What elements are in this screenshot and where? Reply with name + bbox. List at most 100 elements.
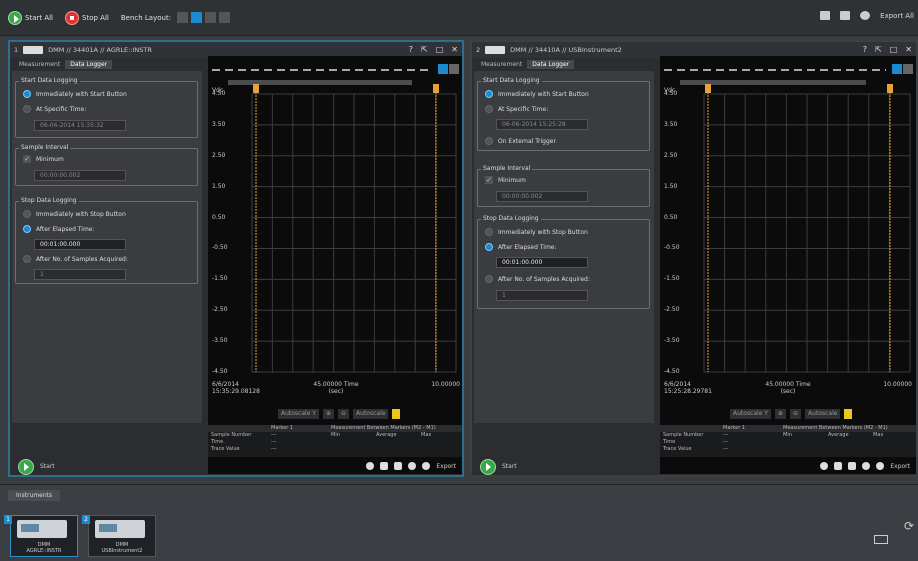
layout-two-column-icon[interactable] bbox=[191, 12, 203, 23]
x-end-label: 10.00000 bbox=[883, 381, 912, 388]
start-at-time-option[interactable]: At Specific Time: bbox=[485, 105, 548, 113]
start-at-time-option[interactable]: At Specific Time: bbox=[23, 105, 86, 113]
save-icon[interactable] bbox=[380, 462, 389, 470]
export-button[interactable]: Export bbox=[890, 463, 910, 470]
refresh-icon[interactable] bbox=[408, 462, 417, 470]
export-button[interactable]: Export bbox=[436, 463, 456, 470]
marker-color-icon[interactable] bbox=[844, 409, 853, 419]
start-immediately-option[interactable]: Immediately with Start Button bbox=[485, 90, 589, 98]
tab-data-logger[interactable]: Data Logger bbox=[65, 60, 113, 69]
interval-field[interactable]: 00:00:00.002 bbox=[34, 170, 126, 181]
layout-grid-icon[interactable] bbox=[205, 12, 217, 23]
refresh-icon[interactable] bbox=[862, 462, 871, 470]
radio-button[interactable] bbox=[23, 225, 31, 233]
option-label: At Specific Time: bbox=[498, 105, 549, 113]
radio-button[interactable] bbox=[23, 210, 31, 218]
folder-icon[interactable] bbox=[394, 462, 403, 470]
dmm-icon bbox=[95, 520, 145, 538]
marker-color-icon[interactable] bbox=[392, 409, 401, 419]
group-title: Sample Interval bbox=[19, 144, 71, 151]
option-label: Immediately with Start Button bbox=[498, 90, 589, 98]
samples-field[interactable]: 1 bbox=[496, 290, 588, 301]
close-icon[interactable]: ✕ bbox=[905, 45, 912, 54]
folder-icon[interactable] bbox=[848, 462, 857, 470]
autoscale-button[interactable]: Autoscale bbox=[353, 409, 389, 419]
close-icon[interactable]: ✕ bbox=[451, 45, 458, 54]
data-logger-chart[interactable]: Vdc 4.50 3.50 2.50 1.50 0.50 -0.50 -1.50 -2.50-… bbox=[208, 56, 462, 474]
radio-button[interactable] bbox=[23, 105, 31, 113]
help-icon[interactable]: ? bbox=[409, 45, 413, 54]
start-icon[interactable] bbox=[480, 458, 496, 475]
instrument-card-2[interactable]: 2 DMM USBInstrument2 bbox=[82, 515, 156, 557]
stop-elapsed-option[interactable]: After Elapsed Time: bbox=[23, 225, 95, 233]
stop-samples-option[interactable]: After No. of Samples Acquired: bbox=[23, 255, 128, 263]
radio-button[interactable] bbox=[485, 105, 493, 113]
help-icon[interactable]: ? bbox=[863, 45, 867, 54]
connect-instrument-icon[interactable] bbox=[874, 535, 888, 544]
start-button[interactable]: Start bbox=[502, 463, 517, 470]
settings-icon[interactable] bbox=[820, 462, 829, 470]
minimum-checkbox[interactable]: ✓ Minimum bbox=[23, 155, 64, 163]
tab-measurement[interactable]: Measurement bbox=[476, 60, 527, 69]
detach-icon[interactable]: ⇱ bbox=[875, 45, 882, 54]
stop-immediately-option[interactable]: Immediately with Stop Button bbox=[23, 210, 126, 218]
check-icon[interactable]: ✓ bbox=[485, 176, 493, 184]
tab-data-logger[interactable]: Data Logger bbox=[527, 60, 575, 69]
radio-button[interactable] bbox=[485, 275, 493, 283]
minimum-checkbox[interactable]: ✓ Minimum bbox=[485, 176, 526, 184]
save-icon[interactable] bbox=[834, 462, 843, 470]
folder-icon[interactable] bbox=[840, 11, 851, 20]
rotate-icon[interactable] bbox=[876, 462, 885, 470]
maximize-icon[interactable]: □ bbox=[436, 45, 444, 54]
layout-single-icon[interactable] bbox=[177, 12, 189, 23]
zoom-out-icon[interactable]: ⊖ bbox=[338, 409, 350, 419]
stop-all-button[interactable]: Stop All bbox=[65, 10, 109, 25]
zoom-in-icon[interactable]: ⊕ bbox=[322, 409, 334, 419]
radio-button[interactable] bbox=[485, 228, 493, 236]
start-icon[interactable] bbox=[18, 458, 34, 475]
instruments-tab[interactable]: Instruments bbox=[8, 490, 61, 501]
settings-icon[interactable] bbox=[860, 11, 871, 20]
zoom-out-icon[interactable]: ⊖ bbox=[790, 409, 802, 419]
radio-button[interactable] bbox=[485, 90, 493, 98]
autoscale-y-button[interactable]: Autoscale Y bbox=[730, 409, 771, 419]
radio-button[interactable] bbox=[485, 137, 493, 145]
check-icon[interactable]: ✓ bbox=[23, 155, 31, 163]
marker-handle-1 bbox=[705, 84, 711, 93]
radio-button[interactable] bbox=[23, 255, 31, 263]
rotate-icon[interactable] bbox=[422, 462, 431, 470]
zoom-in-icon[interactable]: ⊕ bbox=[774, 409, 786, 419]
external-trigger-option[interactable]: On External Trigger bbox=[485, 137, 556, 145]
start-time-field[interactable]: 06-06-2014 15:25:28 bbox=[496, 119, 588, 130]
start-immediately-option[interactable]: Immediately with Start Button bbox=[23, 90, 127, 98]
tab-measurement[interactable]: Measurement bbox=[14, 60, 65, 69]
stop-immediately-option[interactable]: Immediately with Stop Button bbox=[485, 228, 588, 236]
cell: --- bbox=[271, 446, 277, 452]
autoscale-button[interactable]: Autoscale bbox=[805, 409, 841, 419]
settings-icon[interactable] bbox=[366, 462, 375, 470]
stop-elapsed-option[interactable]: After Elapsed Time: bbox=[485, 243, 557, 251]
export-all-button[interactable]: Export All bbox=[880, 12, 914, 20]
start-button[interactable]: Start bbox=[40, 463, 55, 470]
stop-samples-option[interactable]: After No. of Samples Acquired: bbox=[485, 275, 590, 283]
refresh-icon[interactable]: ⟳ bbox=[904, 519, 914, 533]
start-all-button[interactable]: Start All bbox=[8, 10, 53, 25]
row-label: Trace Value bbox=[211, 446, 240, 452]
save-icon[interactable] bbox=[820, 11, 831, 20]
layout-stack-icon[interactable] bbox=[219, 12, 231, 23]
elapsed-time-field[interactable]: 00:01:00.000 bbox=[34, 239, 126, 250]
marker-header: Marker 1 bbox=[271, 425, 294, 431]
instrument-card-1[interactable]: 1 DMM AGRLE::INSTR bbox=[4, 515, 78, 557]
radio-button[interactable] bbox=[23, 90, 31, 98]
interval-field[interactable]: 00:00:00.002 bbox=[496, 191, 588, 202]
group-title: Sample Interval bbox=[481, 165, 533, 172]
start-time-field[interactable]: 06-06-2014 15:35:32 bbox=[34, 120, 126, 131]
maximize-icon[interactable]: □ bbox=[890, 45, 898, 54]
detach-icon[interactable]: ⇱ bbox=[421, 45, 428, 54]
x-start-label: 6/6/2014 15:35:29.08128 bbox=[212, 381, 260, 395]
samples-field[interactable]: 1 bbox=[34, 269, 126, 280]
data-logger-chart[interactable]: Vdc 4.50 3.50 2.50 1.50 0.50 -0.50 -1.50 -2.50-… bbox=[660, 56, 916, 474]
autoscale-y-button[interactable]: Autoscale Y bbox=[278, 409, 319, 419]
radio-button[interactable] bbox=[485, 243, 493, 251]
elapsed-time-field[interactable]: 00:01:00.000 bbox=[496, 257, 588, 268]
